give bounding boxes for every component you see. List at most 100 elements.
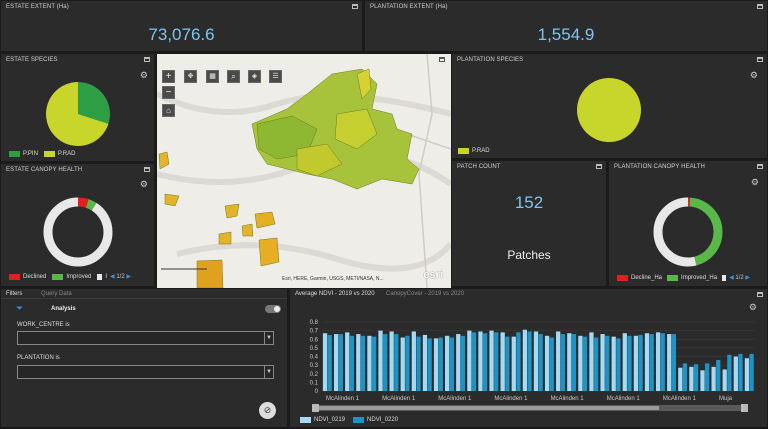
search-icon[interactable]: ⌕ <box>227 70 240 83</box>
bar[interactable] <box>445 335 450 391</box>
bar[interactable] <box>471 332 477 391</box>
bar[interactable] <box>478 331 483 391</box>
clear-filter-button[interactable]: ⊘ <box>259 402 276 419</box>
bar[interactable] <box>383 334 388 391</box>
plantation-dropdown[interactable]: ▼ <box>17 365 274 379</box>
bar[interactable] <box>489 330 494 391</box>
bar[interactable] <box>371 336 377 391</box>
prev-page-icon[interactable]: ◀ <box>110 274 115 280</box>
plantation-polygon[interactable] <box>224 203 240 219</box>
bar[interactable] <box>360 335 366 391</box>
tab-query-data[interactable]: Query Data <box>41 291 72 297</box>
scrollbar-handle-right[interactable] <box>741 404 748 412</box>
bar[interactable] <box>500 332 505 391</box>
bar[interactable] <box>511 336 516 391</box>
bar[interactable] <box>422 334 428 391</box>
bar[interactable] <box>594 337 599 391</box>
bar[interactable] <box>482 333 488 391</box>
bar[interactable] <box>638 334 643 391</box>
bar[interactable] <box>494 332 499 391</box>
bar[interactable] <box>655 332 661 391</box>
bar[interactable] <box>349 335 355 391</box>
bar[interactable] <box>467 330 472 391</box>
bar[interactable] <box>678 367 683 391</box>
bar[interactable] <box>716 359 721 391</box>
bar[interactable] <box>549 337 554 391</box>
bar[interactable] <box>622 333 627 391</box>
next-page-icon[interactable]: ▶ <box>126 274 131 280</box>
next-page-icon[interactable]: ▶ <box>745 275 750 281</box>
bar[interactable] <box>544 335 550 391</box>
map-canvas[interactable] <box>157 54 451 288</box>
bar[interactable] <box>460 335 466 391</box>
bar[interactable] <box>744 358 750 391</box>
bar[interactable] <box>705 363 710 391</box>
bar[interactable] <box>649 334 654 391</box>
bar[interactable] <box>538 334 543 391</box>
legend-pager[interactable]: ◀ 1/2 ▶ <box>110 273 131 280</box>
bar[interactable] <box>438 337 443 391</box>
bar[interactable] <box>427 338 432 391</box>
tab-filters[interactable]: Filters <box>6 291 22 297</box>
maximize-icon[interactable] <box>596 164 602 169</box>
bar[interactable] <box>416 336 421 391</box>
basemap-grid-icon[interactable]: ▦ <box>206 70 219 83</box>
bar[interactable] <box>571 334 577 391</box>
bar[interactable] <box>689 366 694 391</box>
bar[interactable] <box>456 334 461 391</box>
zoom-in-button[interactable]: + <box>162 70 175 83</box>
bar[interactable] <box>322 333 328 391</box>
maximize-icon[interactable] <box>757 4 763 9</box>
plantation-polygon[interactable] <box>196 259 224 288</box>
bar[interactable] <box>356 334 361 391</box>
bar[interactable] <box>522 329 527 391</box>
bar[interactable] <box>727 354 732 391</box>
bar[interactable] <box>733 356 738 392</box>
bar[interactable] <box>367 335 372 391</box>
bar[interactable] <box>644 333 650 391</box>
bar[interactable] <box>633 335 639 391</box>
bar[interactable] <box>711 366 716 391</box>
bar[interactable] <box>671 334 676 391</box>
bar[interactable] <box>560 334 565 391</box>
bar[interactable] <box>556 331 561 391</box>
plantation-polygon[interactable] <box>258 237 280 267</box>
bar[interactable] <box>749 353 754 391</box>
legend-pager[interactable]: ◀ 1/2 ▶ <box>729 274 750 281</box>
bar[interactable] <box>394 334 399 391</box>
bar[interactable] <box>411 331 416 391</box>
bar[interactable] <box>693 364 699 391</box>
bar[interactable] <box>738 353 743 391</box>
analysis-toggle[interactable] <box>265 305 281 313</box>
bar[interactable] <box>400 337 405 391</box>
bar[interactable] <box>505 336 510 391</box>
bar[interactable] <box>660 333 665 391</box>
bar[interactable] <box>405 335 410 391</box>
work-centre-dropdown[interactable]: ▼ <box>17 331 274 345</box>
bar[interactable] <box>338 334 343 391</box>
bar[interactable] <box>605 335 610 391</box>
bar[interactable] <box>682 363 688 391</box>
chart-scrollbar[interactable] <box>312 404 748 412</box>
bar[interactable] <box>389 331 394 391</box>
bar[interactable] <box>589 332 594 391</box>
maximize-icon[interactable] <box>439 57 445 62</box>
scrollbar-handle-left[interactable] <box>312 404 319 412</box>
bar[interactable] <box>616 338 621 391</box>
maximize-icon[interactable] <box>352 4 358 9</box>
bar[interactable] <box>627 335 632 391</box>
plantation-polygon[interactable] <box>241 223 254 237</box>
pan-icon[interactable]: ✥ <box>184 70 197 83</box>
bar[interactable] <box>722 369 727 391</box>
bar[interactable] <box>533 331 539 391</box>
bar[interactable] <box>378 330 383 391</box>
layers-icon[interactable]: ◈ <box>248 70 261 83</box>
bar[interactable] <box>567 333 572 391</box>
bar[interactable] <box>327 334 332 391</box>
home-button[interactable]: ⌂ <box>162 104 175 117</box>
prev-page-icon[interactable]: ◀ <box>729 275 734 281</box>
bar[interactable] <box>345 332 350 391</box>
bar[interactable] <box>600 334 605 391</box>
map-panel[interactable]: + − ⌂ ✥ ▦ ⌕ ◈ ☰ Esri, HERE, Garmin, USGS… <box>156 53 451 288</box>
zoom-out-button[interactable]: − <box>162 86 175 99</box>
